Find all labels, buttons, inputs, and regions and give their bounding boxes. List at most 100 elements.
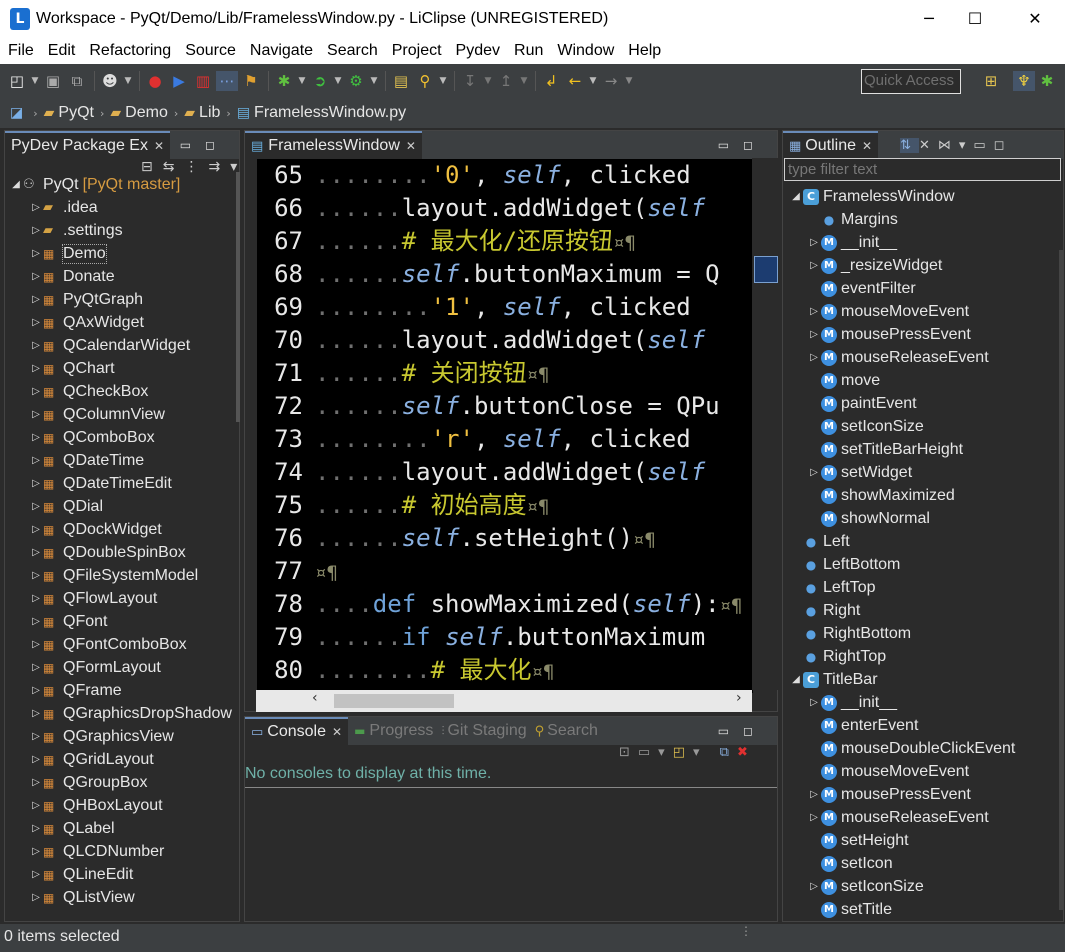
explorer-scrollbar[interactable] <box>236 172 240 422</box>
outline-item[interactable]: MsetTitle <box>783 898 1063 921</box>
expanded-icon[interactable]: ◢ <box>789 191 803 202</box>
expand-icon[interactable]: ▷ <box>29 248 43 259</box>
menu-run[interactable]: Run <box>507 42 550 60</box>
code-line[interactable]: 79 ......if self.buttonMaximum <box>257 621 753 654</box>
tree-item[interactable]: ▷ ▦ QDateTimeEdit <box>5 472 239 495</box>
bug-icon[interactable]: ✱ <box>273 71 295 91</box>
code-line[interactable]: 72 ......self.buttonClose = QPu <box>257 390 753 423</box>
tree-item[interactable]: ▷ ▰ .idea <box>5 196 239 219</box>
expand-icon[interactable]: ▷ <box>29 846 43 857</box>
expand-icon[interactable]: ▷ <box>29 478 43 489</box>
last-edit-icon[interactable]: ↲ <box>540 71 562 91</box>
tree-item[interactable]: ▷ ▦ QLabel <box>5 817 239 840</box>
menu-search[interactable]: Search <box>320 42 385 60</box>
close-icon[interactable]: ✕ <box>332 725 342 739</box>
menu-source[interactable]: Source <box>178 42 243 60</box>
run-green-icon[interactable]: ➲ <box>309 71 331 91</box>
outline-item[interactable]: MmouseDoubleClickEvent <box>783 737 1063 760</box>
expand-icon[interactable]: ▷ <box>807 812 821 823</box>
expand-icon[interactable]: ▷ <box>29 570 43 581</box>
external-tool-icon[interactable]: ⚙ <box>345 71 367 91</box>
tree-item[interactable]: ▷ ▦ QCheckBox <box>5 380 239 403</box>
chevron-down-icon[interactable]: ▼ <box>519 71 529 91</box>
chevron-down-icon[interactable]: ▼ <box>588 71 598 91</box>
tree-item[interactable]: ▷ ▦ Donate <box>5 265 239 288</box>
expand-icon[interactable]: ▷ <box>807 697 821 708</box>
outline-item[interactable]: ● Left <box>783 530 1063 553</box>
tree-item[interactable]: ▷ ▦ PyQtGraph <box>5 288 239 311</box>
code-line[interactable]: 74 ......layout.addWidget(self <box>257 456 753 489</box>
outline-item[interactable]: ▷ M _resizeWidget <box>783 254 1063 277</box>
code-line[interactable]: 66 ......layout.addWidget(self <box>257 192 753 225</box>
outline-item[interactable]: MsetIconSize <box>783 415 1063 438</box>
chevron-down-icon[interactable]: ▼ <box>297 71 307 91</box>
expand-icon[interactable]: ▷ <box>29 524 43 535</box>
chevron-down-icon[interactable]: ▼ <box>483 71 493 91</box>
tab-frameless-window[interactable]: ▤ FramelessWindow ✕ <box>245 131 422 159</box>
forward-icon[interactable]: → <box>600 71 622 91</box>
save-icon[interactable]: ▣ <box>42 71 64 91</box>
expand-icon[interactable]: ▷ <box>29 294 43 305</box>
chevron-down-icon[interactable]: ▼ <box>333 71 343 91</box>
menu-refactoring[interactable]: Refactoring <box>82 42 178 60</box>
open-file-icon[interactable]: ▤ <box>390 71 412 91</box>
tree-item[interactable]: ▷ ▦ QComboBox <box>5 426 239 449</box>
tree-item[interactable]: ▷ ▦ QFileSystemModel <box>5 564 239 587</box>
tab-progress[interactable]: ▬ Progress <box>348 717 439 745</box>
tab-outline[interactable]: ▦ Outline ✕ <box>783 131 879 159</box>
tree-item[interactable]: ▷ ▦ QGraphicsDropShadow <box>5 702 239 725</box>
scroll-right-icon[interactable]: › <box>736 690 742 706</box>
outline-filter-input[interactable]: type filter text <box>784 158 1061 181</box>
expand-icon[interactable]: ▷ <box>29 754 43 765</box>
tree-item[interactable]: ▷ ▦ QListView <box>5 886 239 909</box>
outline-item[interactable]: ● Right <box>783 599 1063 622</box>
code-line[interactable]: 67 ......# 最大化/还原按钮¤¶ <box>257 225 753 258</box>
expand-icon[interactable]: ▷ <box>29 363 43 374</box>
tree-item[interactable]: ▷ ▦ QFont <box>5 610 239 633</box>
console-actions-icon[interactable]: ⊡▭▾◰▾ ⧉✖ <box>619 745 756 760</box>
outline-item[interactable]: ◢ C FramelessWindow <box>783 185 1063 208</box>
expand-icon[interactable]: ▷ <box>807 789 821 800</box>
expand-icon[interactable]: ▷ <box>29 501 43 512</box>
expand-icon[interactable]: ▷ <box>29 317 43 328</box>
next-annotation-icon[interactable]: ↥ <box>495 71 517 91</box>
expand-icon[interactable]: ▷ <box>29 731 43 742</box>
expand-icon[interactable]: ▷ <box>29 892 43 903</box>
expand-icon[interactable]: ▷ <box>29 800 43 811</box>
menu-navigate[interactable]: Navigate <box>243 42 320 60</box>
python-perspective-icon[interactable]: ♆ <box>1013 71 1035 91</box>
tree-item[interactable]: ▷ ▦ QLineEdit <box>5 863 239 886</box>
expand-icon[interactable]: ▷ <box>807 329 821 340</box>
code-line[interactable]: 73 ........'r', self, clicked <box>257 423 753 456</box>
tree-item[interactable]: ▷ ▦ QGraphicsView <box>5 725 239 748</box>
tree-item[interactable]: ▷ ▦ QChart <box>5 357 239 380</box>
code-line[interactable]: 65 ........'0', self, clicked <box>257 159 753 192</box>
perspective-icon[interactable]: ⊞ <box>980 71 1002 91</box>
tree-item[interactable]: ▷ ▦ QLCDNumber <box>5 840 239 863</box>
tree-item[interactable]: ▷ ▦ QFontComboBox <box>5 633 239 656</box>
outline-item[interactable]: ● LeftBottom <box>783 553 1063 576</box>
expand-icon[interactable]: ▷ <box>807 467 821 478</box>
outline-item[interactable]: ● RightBottom <box>783 622 1063 645</box>
expand-icon[interactable]: ▷ <box>29 708 43 719</box>
tab-git-staging[interactable]: ⫶ Git Staging <box>439 717 528 745</box>
breadcrumb-item[interactable]: Demo <box>125 104 168 122</box>
outline-item[interactable]: ▷ MmousePressEvent <box>783 783 1063 806</box>
close-button[interactable]: ✕ <box>1012 0 1058 38</box>
outline-scrollbar[interactable] <box>1059 250 1063 910</box>
outline-item[interactable]: ▷ M __init__ <box>783 231 1063 254</box>
outline-item[interactable]: ▷ MmouseReleaseEvent <box>783 346 1063 369</box>
outline-item[interactable]: MpaintEvent <box>783 392 1063 415</box>
tree-item[interactable]: ▷ ▰ .settings <box>5 219 239 242</box>
outline-item[interactable]: ● Margins <box>783 208 1063 231</box>
prev-annotation-icon[interactable]: ↧ <box>459 71 481 91</box>
outline-item[interactable]: MsetHeight <box>783 829 1063 852</box>
menu-help[interactable]: Help <box>621 42 668 60</box>
expand-icon[interactable]: ▷ <box>29 662 43 673</box>
outline-item[interactable]: ▷ MsetIconSize <box>783 875 1063 898</box>
tree-item[interactable]: ▷ ▦ QGridLayout <box>5 748 239 771</box>
editor-horizontal-scrollbar[interactable]: ‹ › <box>256 690 752 712</box>
save-all-icon[interactable]: ⧉ <box>66 71 88 91</box>
minimize-maximize-icon[interactable]: ▭◻ <box>718 138 767 152</box>
expand-icon[interactable]: ▷ <box>29 869 43 880</box>
